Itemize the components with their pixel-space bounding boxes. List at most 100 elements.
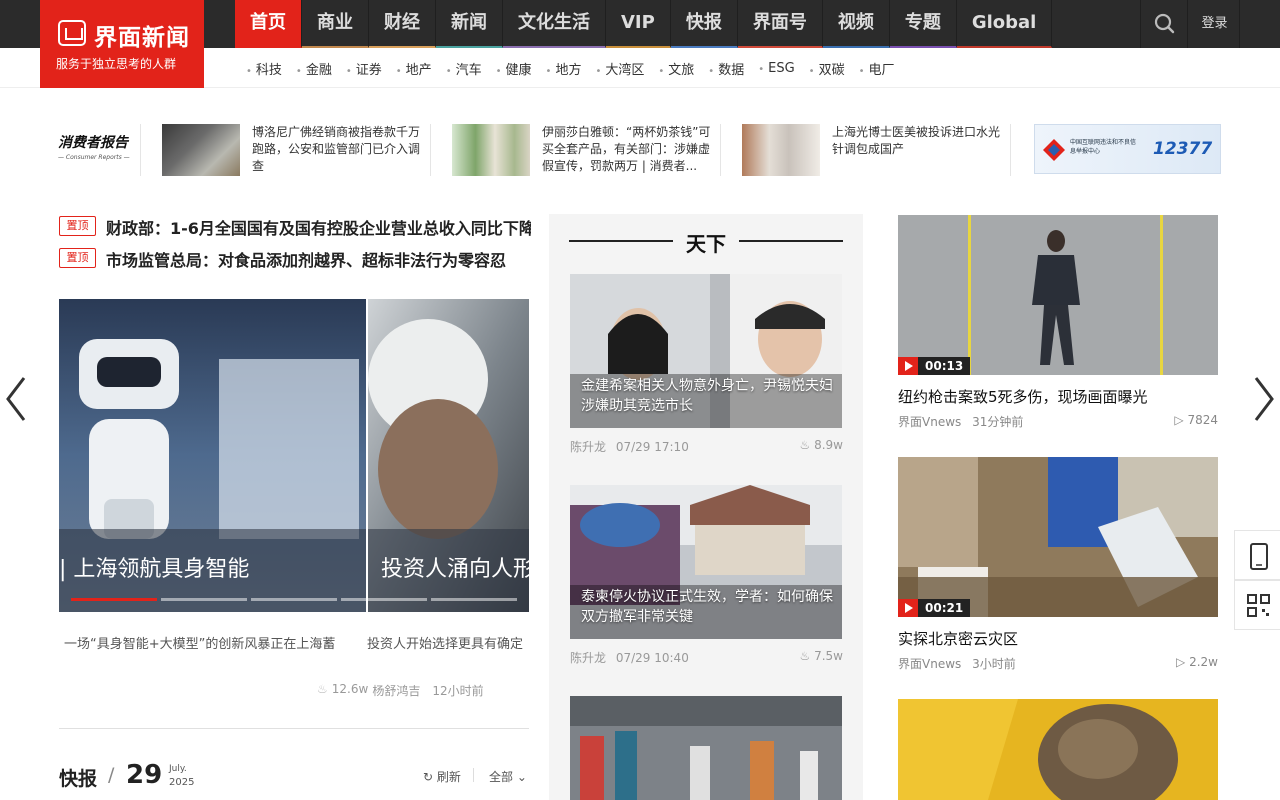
carousel-caption: 投资人涌向人形: [381, 557, 529, 582]
nav-item-home[interactable]: 首页: [235, 0, 302, 48]
carousel-slide[interactable]: 投资人涌向人形: [368, 299, 529, 612]
search-button[interactable]: [1140, 0, 1188, 48]
video-time: 3小时前: [972, 657, 1016, 671]
kuaibao-month: July.: [169, 764, 187, 774]
video-card[interactable]: [898, 699, 1218, 800]
author[interactable]: 陈升龙: [570, 440, 606, 454]
promo-item[interactable]: 上海光博士医美被投诉进口水光针调包成国产: [742, 124, 1002, 176]
author[interactable]: 杨舒鸿吉: [372, 682, 420, 699]
logo-tagline: 服务于独立思考的人群: [56, 57, 177, 71]
subnav-item-auto[interactable]: 汽车: [446, 59, 482, 78]
nav-item-global[interactable]: Global: [956, 0, 1053, 48]
logo-name: 界面新闻: [94, 25, 190, 51]
kuaibao-separator: /: [108, 764, 115, 786]
qr-code-button[interactable]: [1234, 580, 1280, 630]
news-card-image: [570, 696, 842, 800]
news-card[interactable]: [570, 696, 842, 800]
divider: [430, 124, 431, 176]
carousel-dot[interactable]: [431, 598, 517, 601]
heat-count: 7.5w: [814, 649, 843, 663]
video-thumbnail: [898, 215, 1218, 375]
consumer-report-brand-en: — Consumer Reports —: [58, 154, 130, 161]
subnav-item-tourism[interactable]: 文旅: [658, 59, 694, 78]
subnav-item-carbon[interactable]: 双碳: [809, 59, 845, 78]
filter-dropdown[interactable]: 全部 ⌄: [489, 768, 527, 785]
promo-title: 上海光博士医美被投诉进口水光针调包成国产: [832, 125, 1001, 156]
pinned-headline[interactable]: 财政部：1-6月全国国有及国有控股企业营业总收入同比下降0.2%: [106, 215, 531, 239]
play-count-icon: ▷: [1176, 655, 1186, 669]
chevron-down-icon: ⌄: [516, 770, 527, 784]
main-nav: 首页 商业 财经 新闻 文化生活 VIP 快报 界面号 视频 专题 Global: [235, 0, 1053, 48]
video-duration: 00:13: [918, 357, 971, 375]
pinned-headline[interactable]: 市场监管总局：对食品添加剂越界、超标非法行为零容忍: [106, 247, 531, 271]
carousel-dot[interactable]: [341, 598, 427, 601]
subnav-item-data[interactable]: 数据: [708, 59, 744, 78]
promo-thumbnail: [452, 124, 530, 176]
video-card[interactable]: 00:13: [898, 215, 1218, 375]
subnav-item-banking[interactable]: 金融: [296, 59, 332, 78]
news-card-caption: 泰柬停火协议正式生效，学者：如何确保双方撤军非常关键: [581, 589, 833, 625]
tianxia-title: 天下: [686, 232, 726, 256]
carousel-dot-active[interactable]: [71, 598, 157, 601]
publish-time: 12小时前: [432, 684, 484, 698]
promo-item[interactable]: 博洛尼广佛经销商被指卷款千万跑路，公安和监管部门已介入调查: [162, 124, 422, 176]
pinned-headline-text: 财政部：1-6月全国国有及国有控股企业营业总收入同比下降0.2%: [106, 219, 531, 238]
video-source[interactable]: 界面Vnews: [898, 415, 961, 429]
divider: [140, 124, 141, 176]
carousel-prev-arrow[interactable]: [2, 374, 32, 424]
divider: [739, 240, 843, 242]
kuaibao-header: 快报 / 29 July. 2025 ↻ 刷新 全部 ⌄: [59, 760, 529, 794]
video-thumbnail: [898, 457, 1218, 617]
promo-thumbnail: [742, 124, 820, 176]
mobile-app-button[interactable]: [1234, 530, 1280, 580]
nav-item-finance[interactable]: 财经: [369, 0, 436, 48]
carousel-dot[interactable]: [161, 598, 247, 601]
filter-label: 全部: [489, 770, 514, 784]
nav-item-vip[interactable]: VIP: [606, 0, 671, 48]
report-center-logo-icon: [1043, 139, 1065, 161]
nav-item-special[interactable]: 专题: [889, 0, 957, 48]
consumer-report-logo[interactable]: 消费者报告 — Consumer Reports —: [58, 132, 138, 162]
video-meta: 界面Vnews 31分钟前 ▷ 7824: [898, 413, 1218, 430]
report-center-banner[interactable]: 中国互联网违法和不良信息举报中心 12377: [1034, 124, 1221, 174]
video-thumbnail: [898, 699, 1218, 800]
video-title[interactable]: 实探北京密云灾区: [898, 628, 1018, 649]
nav-item-news[interactable]: 新闻: [436, 0, 503, 48]
subnav-item-tech[interactable]: 科技: [246, 59, 282, 78]
subnav-item-esg[interactable]: ESG: [758, 61, 795, 76]
consumer-report-brand: 消费者报告: [58, 135, 128, 151]
video-source[interactable]: 界面Vnews: [898, 657, 961, 671]
news-card[interactable]: 金建希案相关人物意外身亡，尹锡悦夫妇涉嫌助其竞选市长: [570, 274, 842, 428]
play-count: 7824: [1187, 413, 1218, 427]
video-duration-badge: 00:13: [898, 357, 971, 375]
nav-item-jiemianhao[interactable]: 界面号: [737, 0, 823, 48]
carousel-summary: 投资人开始选择更具有确定: [367, 637, 524, 652]
subnav-item-securities[interactable]: 证券: [346, 59, 382, 78]
subnav-item-power[interactable]: 电厂: [859, 59, 895, 78]
subnav-item-health[interactable]: 健康: [496, 59, 532, 78]
pinned-badge: 置顶: [59, 216, 96, 236]
news-card[interactable]: 泰柬停火协议正式生效，学者：如何确保双方撤军非常关键: [570, 485, 842, 639]
play-count-icon: ▷: [1174, 413, 1184, 427]
login-button[interactable]: 登录: [1190, 0, 1240, 48]
promo-item[interactable]: 伊丽莎白雅顿：“两杯奶茶钱”可买全套产品，有关部门：涉嫌虚假宣传，罚款两万 | …: [452, 124, 712, 176]
divider: [720, 124, 721, 176]
nav-item-culture[interactable]: 文化生活: [503, 0, 606, 48]
subnav-item-realestate[interactable]: 地产: [396, 59, 432, 78]
play-count-wrap: ▷ 2.2w: [1176, 655, 1218, 669]
refresh-label: 刷新: [436, 770, 461, 784]
site-logo[interactable]: 界面新闻 服务于独立思考的人群: [40, 0, 204, 88]
carousel-meta: ♨ 12.6w 杨舒鸿吉 12小时前: [317, 682, 484, 699]
nav-item-business[interactable]: 商业: [302, 0, 369, 48]
carousel-dot[interactable]: [251, 598, 337, 601]
subnav-item-bayarea[interactable]: 大湾区: [595, 59, 644, 78]
refresh-button[interactable]: ↻ 刷新: [423, 768, 461, 785]
author[interactable]: 陈升龙: [570, 651, 606, 665]
subnav-item-local[interactable]: 地方: [546, 59, 581, 78]
video-title[interactable]: 纽约枪击案致5死多伤，现场画面曝光: [898, 386, 1148, 407]
carousel-next-arrow[interactable]: [1248, 374, 1278, 424]
carousel-slide[interactable]: | 上海领航具身智能: [59, 299, 366, 612]
nav-item-video[interactable]: 视频: [822, 0, 890, 48]
video-card[interactable]: 00:21: [898, 457, 1218, 617]
nav-item-kuaibao[interactable]: 快报: [670, 0, 738, 48]
